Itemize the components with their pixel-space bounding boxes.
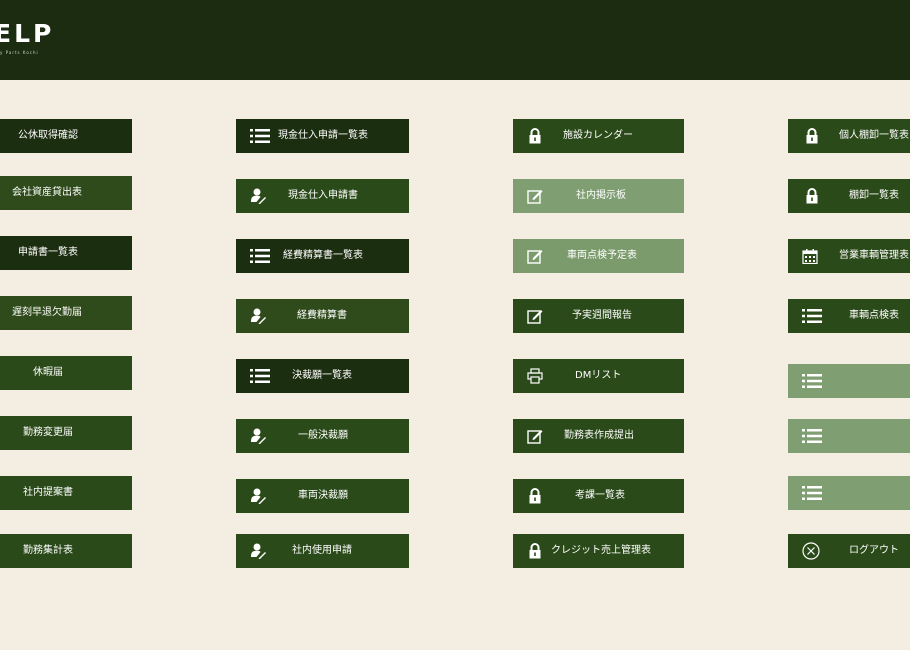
- menu-button-shanai-shiyo[interactable]: 社内使用申請: [236, 534, 409, 568]
- menu-button-label: 会社資産貸出表: [12, 187, 82, 198]
- menu-button-label: ログアウト: [849, 545, 899, 556]
- menu-button-keihi-ichiran[interactable]: 経費精算書一覧表: [236, 239, 409, 273]
- app-logo: ELP: [0, 19, 55, 48]
- person-edit-icon: [250, 488, 266, 504]
- menu-button-label: 勤務集計表: [23, 545, 73, 556]
- menu-button-label: 車輌点検表: [849, 310, 899, 321]
- menu-button-shanai-keijiban[interactable]: 社内掲示板: [513, 179, 684, 213]
- menu-button-koka-ichiran[interactable]: 考課一覧表: [513, 479, 684, 513]
- menu-button-label: 車両決裁願: [298, 490, 348, 501]
- menu-button-label: 一般決裁願: [298, 430, 348, 441]
- list-icon: [802, 373, 822, 389]
- menu-button-label: 経費精算書: [297, 310, 347, 321]
- menu-button-eigyosha-kanri[interactable]: 営業車輌管理表: [788, 239, 910, 273]
- list-icon: [802, 428, 822, 444]
- menu-button-label: 社内提案書: [23, 487, 73, 498]
- menu-button-empty-1[interactable]: [788, 364, 910, 398]
- menu-button-label: 勤務変更届: [23, 427, 73, 438]
- menu-button-tanaoroshi[interactable]: 棚卸一覧表: [788, 179, 910, 213]
- logout-button[interactable]: ログアウト: [788, 534, 910, 568]
- app-logo-subtitle: y Parts Kochi: [0, 50, 39, 55]
- menu-button-kinmuhyo-sakusei[interactable]: 勤務表作成提出: [513, 419, 684, 453]
- menu-button-label: 公休取得確認: [18, 130, 78, 141]
- menu-button-yojitsu-shukan[interactable]: 予実週間報告: [513, 299, 684, 333]
- lock-icon: [804, 128, 820, 144]
- menu-button-label: 遅刻早退欠勤届: [12, 307, 82, 318]
- menu-button-dm-list[interactable]: DMリスト: [513, 359, 684, 393]
- menu-button-label: 予実週間報告: [572, 310, 632, 321]
- menu-button-label: 施設カレンダー: [563, 130, 633, 141]
- menu-button-empty-2[interactable]: [788, 419, 910, 453]
- menu-button-label: クレジット売上管理表: [551, 545, 651, 556]
- menu-button-empty-3[interactable]: [788, 476, 910, 510]
- menu-button-shisan-kashidashi[interactable]: 会社資産貸出表: [0, 176, 132, 210]
- menu-button-kokyu-kakunin[interactable]: 公休取得確認: [0, 119, 132, 153]
- lock-icon: [804, 188, 820, 204]
- menu-button-chikoku-soutai[interactable]: 遅刻早退欠勤届: [0, 296, 132, 330]
- person-edit-icon: [250, 543, 266, 559]
- person-edit-icon: [250, 308, 266, 324]
- menu-button-shinseisho-ichiran[interactable]: 申請書一覧表: [0, 236, 132, 270]
- person-edit-icon: [250, 188, 266, 204]
- menu-button-kyuka-todoke[interactable]: 休暇届: [0, 356, 132, 390]
- person-edit-icon: [250, 428, 266, 444]
- logout-circle-x-icon: [802, 542, 820, 560]
- menu-button-label: 車両点検予定表: [567, 250, 637, 261]
- menu-button-sharyo-kessai[interactable]: 車両決裁願: [236, 479, 409, 513]
- lock-icon: [527, 488, 543, 504]
- list-icon: [802, 308, 822, 324]
- menu-button-kinmu-shukei[interactable]: 勤務集計表: [0, 534, 132, 568]
- menu-button-label: DMリスト: [575, 370, 622, 381]
- menu-button-ippan-kessai[interactable]: 一般決裁願: [236, 419, 409, 453]
- menu-button-credit-uriage[interactable]: クレジット売上管理表: [513, 534, 684, 568]
- menu-button-label: 勤務表作成提出: [564, 430, 634, 441]
- menu-button-label: 現金仕入申請書: [288, 190, 358, 201]
- printer-icon: [527, 368, 543, 384]
- list-icon: [250, 128, 270, 144]
- menu-button-sharyo-tenken[interactable]: 車輌点検表: [788, 299, 910, 333]
- menu-button-sharyo-tenken-yotei[interactable]: 車両点検予定表: [513, 239, 684, 273]
- menu-button-genkin-shiire-shinsei[interactable]: 現金仕入申請書: [236, 179, 409, 213]
- edit-note-icon: [527, 428, 543, 444]
- menu-button-label: 営業車輌管理表: [839, 250, 909, 261]
- header-bar: ELP y Parts Kochi: [0, 0, 910, 80]
- menu-button-label: 経費精算書一覧表: [283, 250, 363, 261]
- lock-icon: [527, 128, 543, 144]
- menu-button-kinmu-henko[interactable]: 勤務変更届: [0, 416, 132, 450]
- menu-button-kessai-ichiran[interactable]: 決裁願一覧表: [236, 359, 409, 393]
- menu-button-label: 個人棚卸一覧表: [839, 130, 909, 141]
- edit-note-icon: [527, 308, 543, 324]
- list-icon: [802, 485, 822, 501]
- menu-button-label: 休暇届: [33, 367, 63, 378]
- menu-button-label: 決裁願一覧表: [292, 370, 352, 381]
- edit-note-icon: [527, 248, 543, 264]
- menu-button-label: 申請書一覧表: [18, 247, 78, 258]
- list-icon: [250, 248, 270, 264]
- lock-icon: [527, 543, 543, 559]
- edit-note-icon: [527, 188, 543, 204]
- menu-button-teiansho[interactable]: 社内提案書: [0, 476, 132, 510]
- menu-button-label: 社内掲示板: [576, 190, 626, 201]
- list-icon: [250, 368, 270, 384]
- menu-button-label: 棚卸一覧表: [849, 190, 899, 201]
- menu-button-keihi-seisansho[interactable]: 経費精算書: [236, 299, 409, 333]
- menu-button-label: 考課一覧表: [575, 490, 625, 501]
- menu-button-shisetsu-calendar[interactable]: 施設カレンダー: [513, 119, 684, 153]
- menu-button-genkin-shiire-ichiran[interactable]: 現金仕入申請一覧表: [236, 119, 409, 153]
- menu-button-label: 現金仕入申請一覧表: [278, 130, 368, 141]
- menu-button-kojin-tanaoroshi[interactable]: 個人棚卸一覧表: [788, 119, 910, 153]
- menu-button-label: 社内使用申請: [292, 545, 352, 556]
- calendar-icon: [802, 248, 818, 264]
